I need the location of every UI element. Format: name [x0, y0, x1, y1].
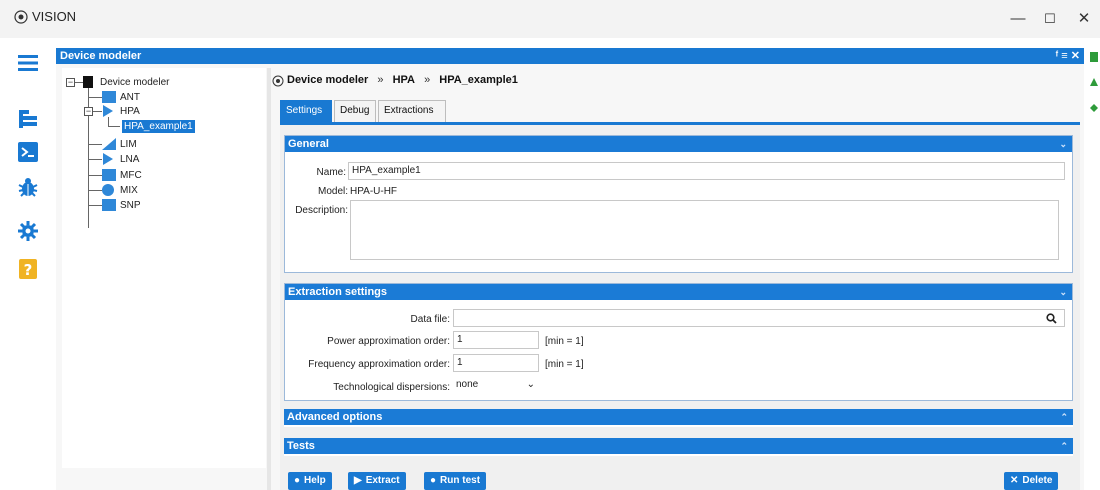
breadcrumb-hpa[interactable]: HPA — [393, 74, 415, 86]
tree-item-lim[interactable]: LIM — [120, 138, 137, 151]
tree-root-label[interactable]: Device modeler — [100, 76, 169, 89]
name-field[interactable]: HPA_example1 — [348, 162, 1065, 180]
panel-splitter[interactable] — [267, 68, 271, 490]
tree-item-mix[interactable]: MIX — [120, 184, 138, 197]
power-order-label: Power approximation order: — [327, 336, 450, 347]
device-icon — [83, 76, 93, 88]
lim-icon — [102, 138, 116, 150]
left-rail: ? — [0, 38, 56, 490]
chevron-down-icon: ⌄ — [526, 379, 535, 390]
power-order-hint: [min = 1] — [545, 336, 584, 347]
help-icon[interactable]: ? — [17, 258, 39, 280]
tree-item-hpa-example1[interactable]: HPA_example1 — [122, 120, 195, 133]
tests-section-header[interactable]: Tests ⌃ — [284, 438, 1073, 454]
delete-x-icon: ✕ — [1010, 475, 1019, 486]
tree-item-snp[interactable]: SNP — [120, 199, 141, 212]
tree-collapse-toggle[interactable]: − — [66, 78, 75, 87]
breadcrumb-hpa-example1: HPA_example1 — [439, 74, 518, 86]
panel-controls[interactable]: ᶠ ≡ ✕ — [1056, 48, 1080, 64]
svg-text:?: ? — [24, 261, 33, 279]
delete-button[interactable]: ✕ Delete — [1004, 472, 1059, 490]
tree-item-mfc[interactable]: MFC — [120, 169, 142, 182]
right-toolbar — [1088, 48, 1100, 148]
menu-icon[interactable] — [17, 52, 39, 74]
tech-dispersions-label: Technological dispersions: — [333, 382, 450, 393]
extract-button[interactable]: ▶ Extract — [348, 472, 406, 490]
ant-icon — [102, 91, 116, 103]
advanced-section-header[interactable]: Advanced options ⌃ — [284, 409, 1073, 425]
files-icon[interactable] — [17, 108, 39, 130]
vision-eye-icon — [272, 75, 284, 87]
breadcrumb-device-modeler[interactable]: Device modeler — [287, 74, 368, 86]
tree-hpa-toggle[interactable]: − — [84, 107, 93, 116]
close-button[interactable]: ✕ — [1072, 8, 1096, 30]
tree-item-hpa[interactable]: HPA — [120, 105, 140, 118]
tech-dispersions-value: none — [456, 379, 479, 390]
vision-eye-icon — [14, 10, 28, 24]
bug-icon[interactable] — [17, 176, 39, 198]
maximize-button[interactable]: ☐ — [1038, 8, 1062, 30]
play-icon: ▶ — [354, 475, 362, 486]
terminal-icon[interactable] — [17, 141, 39, 163]
snp-icon — [102, 199, 116, 211]
tech-dispersions-select[interactable]: none ⌄ — [453, 377, 539, 395]
search-icon[interactable] — [1046, 313, 1057, 324]
model-label: Model: — [317, 186, 348, 197]
gear-icon[interactable] — [17, 220, 39, 242]
help-button[interactable]: ● Help — [288, 472, 332, 490]
tab-settings[interactable]: Settings — [280, 100, 332, 122]
chevron-down-icon[interactable]: ⌄ — [1059, 136, 1067, 152]
run-circle-icon: ● — [430, 475, 437, 486]
mfc-icon — [102, 169, 116, 181]
data-file-label: Data file: — [410, 314, 450, 325]
frequency-order-field[interactable]: 1 — [453, 354, 539, 372]
extraction-section-header[interactable]: Extraction settings ⌄ — [285, 284, 1072, 300]
tree-item-ant[interactable]: ANT — [120, 91, 140, 104]
extraction-title: Extraction settings — [288, 286, 388, 298]
description-label: Description: — [295, 205, 348, 216]
breadcrumb-separator: » — [424, 74, 431, 86]
hpa-icon — [103, 105, 113, 117]
frequency-order-hint: [min = 1] — [545, 359, 584, 370]
mix-icon — [102, 184, 114, 196]
tests-section: Tests ⌃ — [284, 438, 1073, 456]
title-bar: VISION — ☐ ✕ — [0, 0, 1100, 38]
minimize-button[interactable]: — — [1006, 8, 1030, 30]
lna-icon — [103, 153, 113, 165]
tab-extractions[interactable]: Extractions — [378, 100, 446, 122]
device-modeler-title: Device modeler — [60, 50, 142, 62]
chevron-down-icon[interactable]: ⌄ — [1059, 284, 1067, 300]
help-circle-icon: ● — [294, 475, 301, 486]
data-file-field[interactable] — [453, 309, 1065, 327]
breadcrumb-separator: » — [377, 74, 384, 86]
run-test-button[interactable]: ● Run test — [424, 472, 487, 490]
tab-debug[interactable]: Debug — [334, 100, 376, 122]
device-tree: − Device modeler ANT − HPA HPA_example1 … — [62, 68, 266, 468]
up-arrow-icon[interactable] — [1090, 78, 1098, 86]
app-title: VISION — [32, 9, 77, 24]
device-modeler-header: Device modeler ᶠ ≡ ✕ — [56, 48, 1084, 64]
general-section-header[interactable]: General ⌄ — [285, 136, 1072, 152]
settings-icon[interactable] — [1090, 104, 1098, 112]
breadcrumb: Device modeler » HPA » HPA_example1 — [272, 74, 524, 87]
advanced-section: Advanced options ⌃ — [284, 409, 1073, 427]
frequency-order-label: Frequency approximation order: — [308, 359, 450, 370]
save-icon[interactable] — [1090, 52, 1098, 62]
name-label: Name: — [316, 167, 346, 178]
general-title: General — [288, 138, 329, 150]
chevron-up-icon[interactable]: ⌃ — [1060, 409, 1068, 425]
model-value: HPA-U-HF — [350, 186, 398, 197]
tests-title: Tests — [287, 440, 315, 452]
chevron-up-icon[interactable]: ⌃ — [1060, 438, 1068, 454]
advanced-title: Advanced options — [287, 411, 383, 423]
description-field[interactable] — [350, 200, 1059, 260]
power-order-field[interactable]: 1 — [453, 331, 539, 349]
tree-item-lna[interactable]: LNA — [120, 153, 139, 166]
